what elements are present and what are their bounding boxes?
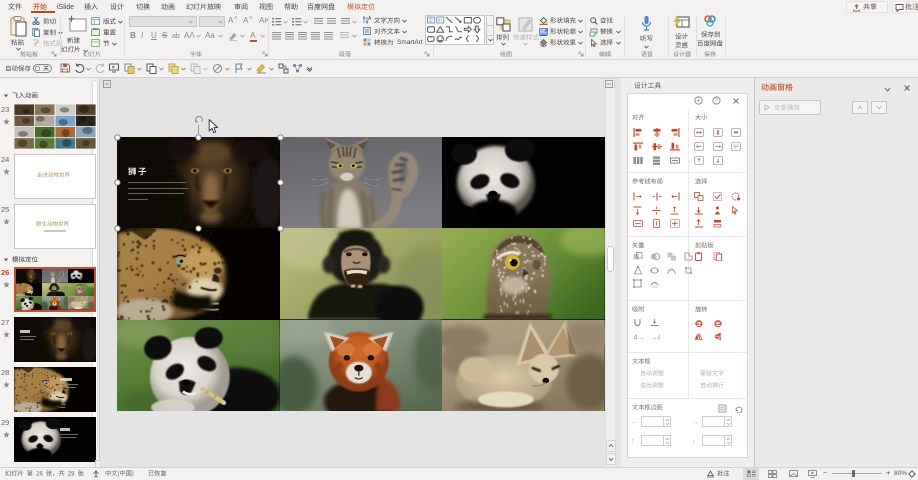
svg-text:→4: →4 (651, 334, 661, 341)
svg-text:?: ? (715, 99, 718, 105)
svg-text:4→: 4→ (634, 334, 644, 341)
svg-text:A: A (368, 16, 371, 22)
